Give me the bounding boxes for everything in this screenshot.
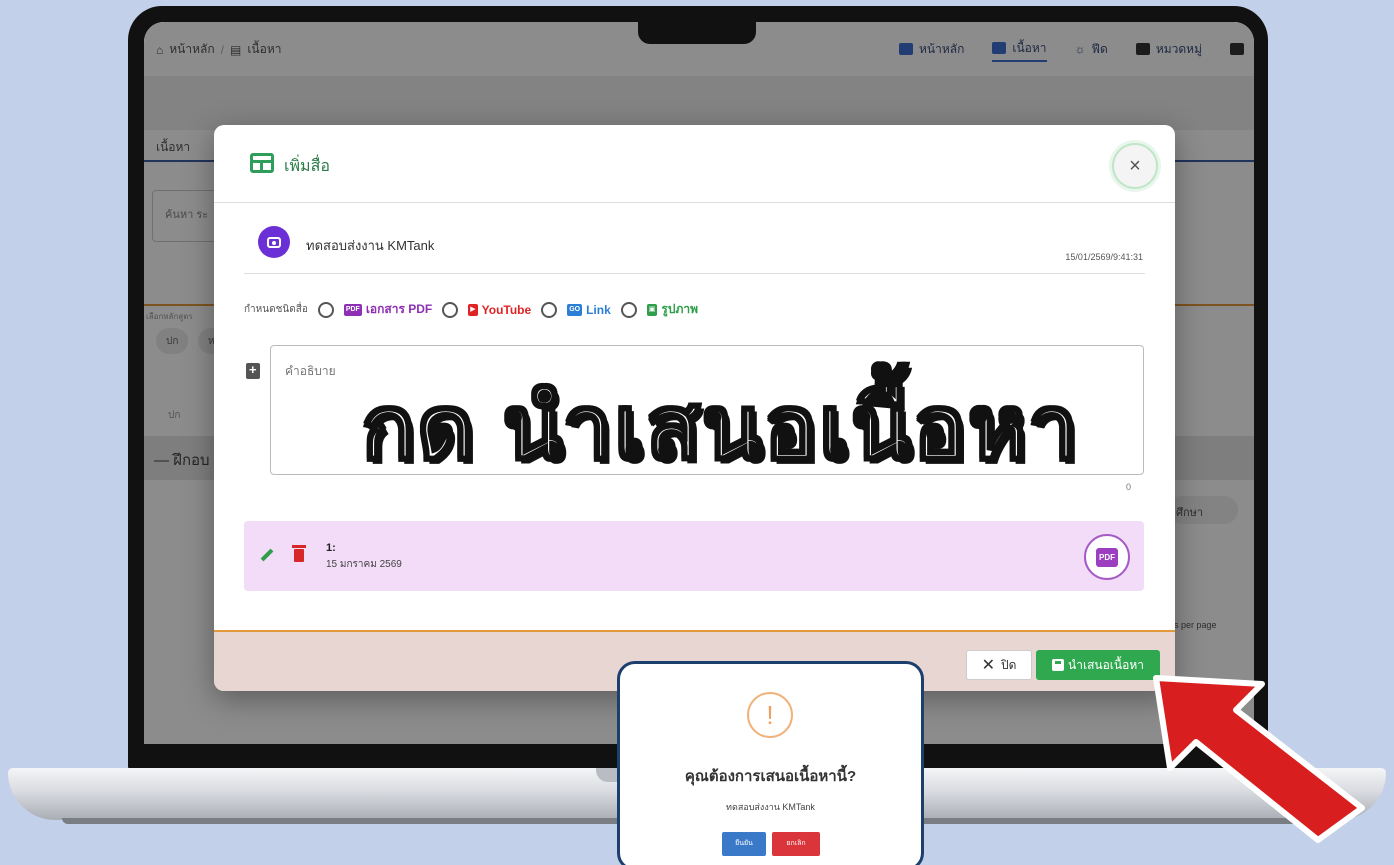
camera-notch (638, 14, 756, 44)
radio-youtube[interactable] (442, 301, 459, 318)
clipboard-icon (246, 362, 260, 379)
user-name: ทดสอบส่งงาน KMTank (306, 238, 435, 253)
option-label: YouTube (481, 302, 532, 317)
attached-file-item: 1: 15 มกราคม 2569 PDF (244, 521, 1144, 591)
save-icon (1052, 659, 1065, 671)
option-link[interactable]: GO Link (567, 303, 611, 317)
confirm-dialog: ! คุณต้องการเสนอเนื้อหานี้? ทดสอบส่งงาน … (617, 661, 924, 865)
warning-icon: ! (747, 692, 793, 738)
confirm-subtitle: ทดสอบส่งงาน KMTank (726, 802, 815, 812)
option-label: Link (586, 302, 611, 317)
radio-image[interactable] (620, 301, 637, 318)
confirm-question: คุณต้องการเสนอเนื้อหานี้? (684, 768, 857, 785)
cancel-button[interactable]: ยกเลิก (772, 832, 820, 856)
youtube-icon: ▶ (468, 303, 478, 316)
option-pdf[interactable]: PDF เอกสาร PDF (343, 300, 433, 319)
submit-button-label: นำเสนอเนื้อหา (1068, 657, 1144, 672)
option-youtube[interactable]: ▶ YouTube (468, 303, 531, 317)
instruction-caption: กด นำเสนอเนื้อหา (361, 378, 1080, 477)
close-button-label: ปิด (1000, 657, 1017, 672)
pencil-icon[interactable] (260, 548, 274, 562)
submit-content-button[interactable]: นำเสนอเนื้อหา (1036, 650, 1160, 680)
media-type-selector: กำหนดชนิดสื่อ PDF เอกสาร PDF ▶ YouTube GO L… (244, 300, 698, 319)
char-count: 0 (1126, 482, 1132, 492)
table-icon (250, 153, 274, 173)
option-label: เอกสาร PDF (365, 302, 433, 316)
file-number: 1: (326, 542, 336, 554)
link-icon: GO (567, 303, 583, 316)
divider (244, 273, 1145, 274)
x-icon: ✕ (981, 657, 995, 674)
media-type-label: กำหนดชนิดสื่อ (244, 304, 308, 315)
camera-icon (258, 226, 290, 258)
dialog-title: เพิ่มสื่อ (284, 158, 330, 175)
dialog-header: เพิ่มสื่อ × (214, 125, 1175, 203)
option-image[interactable]: ▣ รูปภาพ (646, 300, 698, 319)
close-icon[interactable]: × (1112, 143, 1158, 189)
trash-icon[interactable] (292, 545, 306, 562)
pdf-icon: PDF (1096, 547, 1118, 567)
confirm-button[interactable]: ยืนยัน (722, 832, 766, 856)
close-button[interactable]: ✕ ปิด (966, 650, 1032, 680)
pdf-file-button[interactable]: PDF (1084, 534, 1130, 580)
pdf-icon: PDF (343, 303, 362, 316)
file-date: 15 มกราคม 2569 (326, 559, 402, 570)
image-icon: ▣ (646, 303, 658, 316)
timestamp: 15/01/2569/9:41:31 (1065, 252, 1143, 262)
pointer-arrow-icon (1153, 675, 1365, 843)
radio-pdf[interactable] (317, 301, 334, 318)
option-label: รูปภาพ (661, 302, 698, 316)
radio-link[interactable] (541, 301, 558, 318)
